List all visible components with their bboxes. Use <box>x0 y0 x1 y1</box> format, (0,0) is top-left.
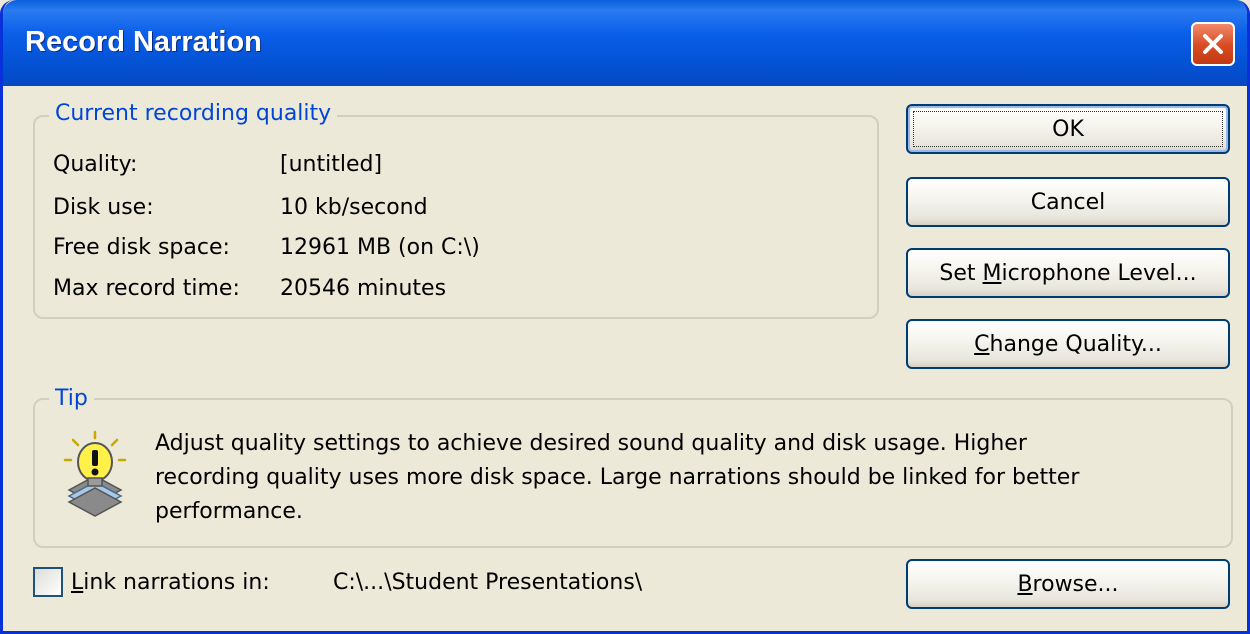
disk-use-label: Disk use: <box>53 195 154 220</box>
set-microphone-level-label: Set Microphone Level... <box>939 260 1197 286</box>
browse-button-label: Browse... <box>1017 571 1119 597</box>
max-record-time-value: 20546 minutes <box>280 276 447 301</box>
quality-label: Quality: <box>53 152 138 177</box>
set-microphone-level-button[interactable]: Set Microphone Level... <box>906 248 1230 298</box>
link-path: C:\...\Student Presentations\ <box>333 570 643 595</box>
title-bar[interactable]: Record Narration <box>3 0 1247 86</box>
tip-line: recording quality uses more disk space. … <box>155 465 1080 490</box>
dialog-title: Record Narration <box>25 26 262 58</box>
current-quality-legend: Current recording quality <box>49 101 338 126</box>
link-narrations-label[interactable]: Link narrations in: <box>71 570 270 595</box>
change-quality-label: Change Quality... <box>974 331 1162 357</box>
disk-use-value: 10 kb/second <box>280 195 428 220</box>
link-narrations-checkbox[interactable] <box>33 567 63 597</box>
change-quality-button[interactable]: Change Quality... <box>906 319 1230 369</box>
ok-button[interactable]: OK <box>906 104 1230 154</box>
cancel-button-label: Cancel <box>1030 189 1106 215</box>
browse-button[interactable]: Browse... <box>906 559 1230 609</box>
lightbulb-icon <box>63 430 127 517</box>
close-icon <box>1203 34 1223 54</box>
tip-text: Adjust quality settings to achieve desir… <box>155 427 1195 529</box>
tip-line: Adjust quality settings to achieve desir… <box>155 431 1027 456</box>
free-disk-space-value: 12961 MB (on C:\) <box>280 235 480 260</box>
max-record-time-label: Max record time: <box>53 276 240 301</box>
tip-line: performance. <box>155 499 303 524</box>
close-button[interactable] <box>1191 22 1235 66</box>
record-narration-dialog: Record Narration Current recording quali… <box>0 0 1250 634</box>
quality-value: [untitled] <box>280 152 383 177</box>
free-disk-space-label: Free disk space: <box>53 235 230 260</box>
ok-button-label: OK <box>1052 116 1084 142</box>
tip-legend: Tip <box>49 386 94 411</box>
cancel-button[interactable]: Cancel <box>906 177 1230 227</box>
